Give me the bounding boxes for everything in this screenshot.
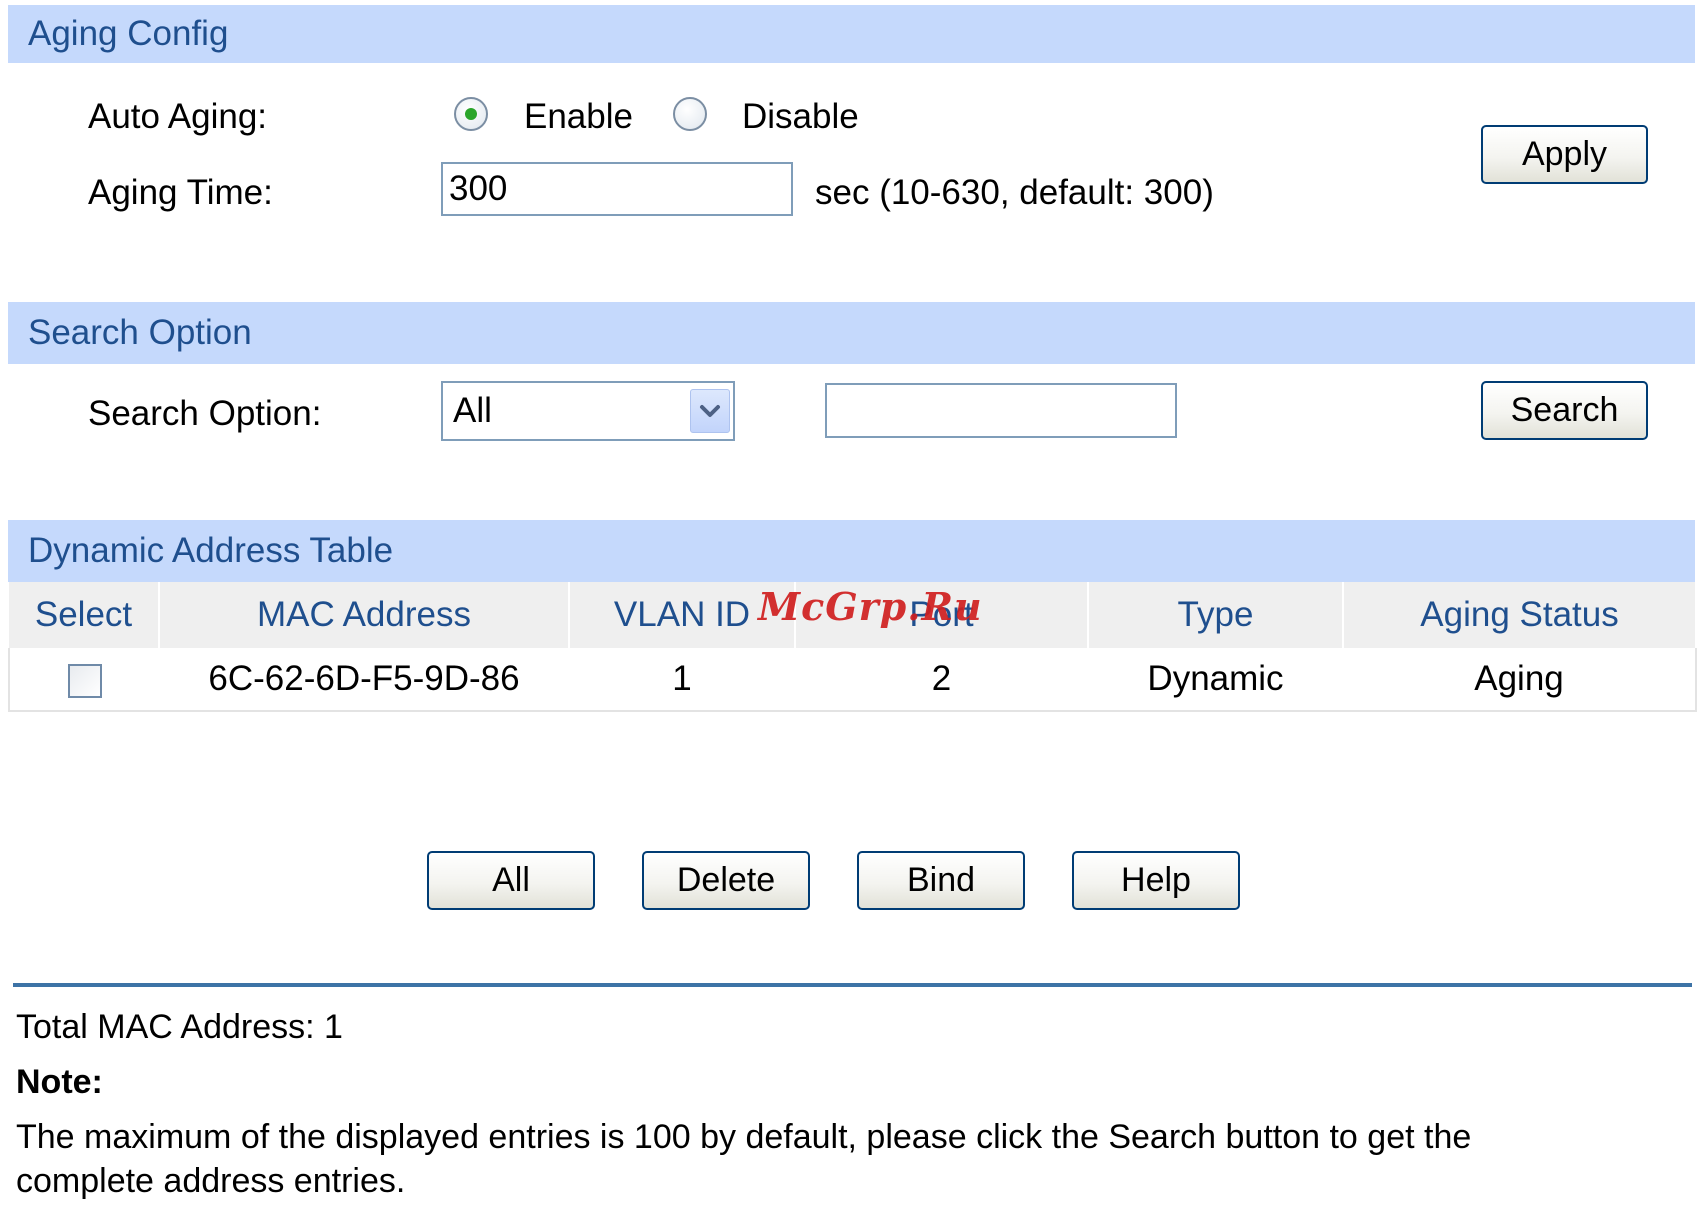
aging-time-label: Aging Time: xyxy=(88,173,273,212)
port-cell: 2 xyxy=(795,648,1088,712)
radio-disable-icon[interactable] xyxy=(673,97,707,131)
checkbox-icon[interactable] xyxy=(67,663,102,698)
chevron-down-icon[interactable] xyxy=(690,389,730,433)
table-row: 6C-62-6D-F5-9D-86 1 2 Dynamic Aging xyxy=(8,648,1697,712)
note-title: Note: xyxy=(16,1063,103,1101)
help-button[interactable]: Help xyxy=(1072,851,1240,910)
help-button-label: Help xyxy=(1121,861,1191,899)
search-input[interactable] xyxy=(825,383,1177,438)
search-button[interactable]: Search xyxy=(1481,381,1648,440)
divider xyxy=(13,983,1692,987)
auto-aging-label: Auto Aging: xyxy=(88,97,268,136)
watermark: McGrp.Ru xyxy=(758,584,983,629)
select-all-button-label: All xyxy=(492,861,530,899)
mac-cell: 6C-62-6D-F5-9D-86 xyxy=(159,648,569,712)
vlan-cell: 1 xyxy=(569,648,795,712)
aging-config-title: Aging Config xyxy=(28,14,229,53)
delete-button[interactable]: Delete xyxy=(642,851,810,910)
search-option-label: Search Option: xyxy=(88,394,322,433)
disable-label[interactable]: Disable xyxy=(742,97,859,137)
apply-button-label: Apply xyxy=(1521,135,1608,173)
column-header-mac: MAC Address xyxy=(159,582,570,648)
row-select-cell xyxy=(8,648,159,712)
enable-label[interactable]: Enable xyxy=(524,97,633,137)
select-all-button[interactable]: All xyxy=(427,851,595,910)
aging-time-hint: sec (10-630, default: 300) xyxy=(815,173,1214,212)
note-line-1: The maximum of the displayed entries is … xyxy=(16,1118,1472,1156)
bind-button[interactable]: Bind xyxy=(857,851,1025,910)
radio-enable-icon[interactable] xyxy=(454,97,488,131)
dynamic-table-title: Dynamic Address Table xyxy=(28,531,394,570)
search-option-header: Search Option xyxy=(8,302,1695,364)
note-line-2: complete address entries. xyxy=(16,1162,406,1200)
aging-config-header: Aging Config xyxy=(8,5,1695,63)
dynamic-table-header: Dynamic Address Table xyxy=(8,520,1695,582)
type-cell: Dynamic xyxy=(1088,648,1343,712)
search-option-value: All xyxy=(453,391,492,430)
aging-status-cell: Aging xyxy=(1343,648,1697,712)
aging-time-input[interactable] xyxy=(441,162,793,216)
search-option-title: Search Option xyxy=(28,313,252,352)
search-button-label: Search xyxy=(1510,391,1619,429)
radio-selected-dot xyxy=(465,108,477,120)
column-header-aging-status: Aging Status xyxy=(1343,582,1697,648)
column-header-type: Type xyxy=(1088,582,1344,648)
column-header-select: Select xyxy=(9,582,160,648)
delete-button-label: Delete xyxy=(676,861,776,899)
total-mac-count: Total MAC Address: 1 xyxy=(16,1008,343,1046)
apply-button[interactable]: Apply xyxy=(1481,125,1648,184)
search-option-select[interactable]: All xyxy=(441,381,735,441)
bind-button-label: Bind xyxy=(906,861,976,899)
